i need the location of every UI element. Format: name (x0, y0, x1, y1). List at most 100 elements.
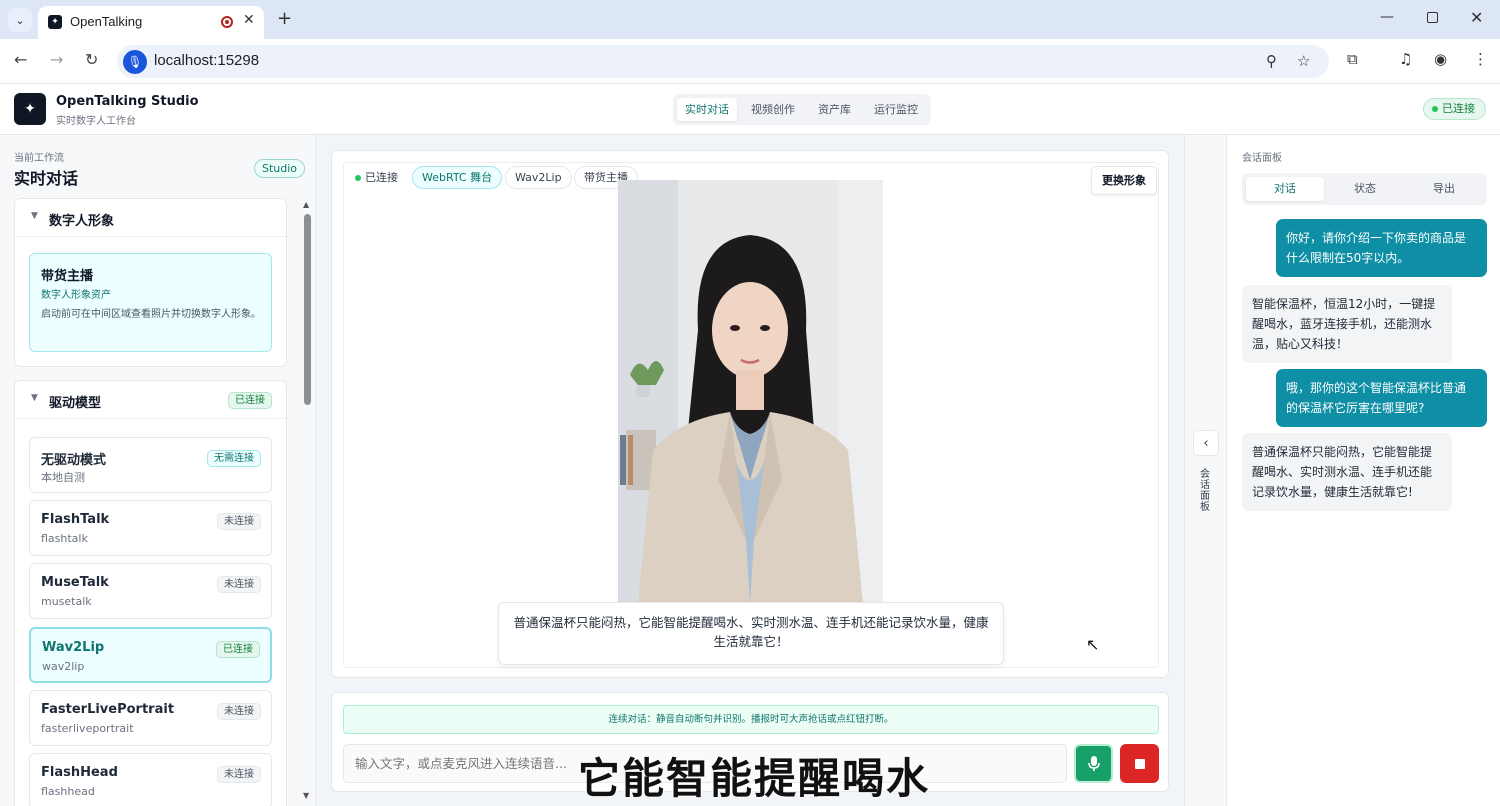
assistant-message: 普通保温杯只能闷热，它能智能提醒喝水、实时测水温、连手机还能记录饮水量，健康生活… (1242, 433, 1452, 511)
avatar-panel-header[interactable]: ▼ 数字人形象 (15, 199, 286, 237)
stage-model-chip: Wav2Lip (505, 166, 572, 189)
tab-status[interactable]: 状态 (1326, 177, 1404, 201)
avatar-panel: ▼ 数字人形象 带货主播 数字人形象资产 启动前可在中间区域查看照片并切换数字人… (14, 198, 287, 367)
model-id: flashhead (41, 785, 95, 798)
browser-tab[interactable]: ✦ OpenTalking ✕ (38, 6, 264, 39)
scroll-up-arrow-icon[interactable]: ▲ (303, 200, 309, 209)
new-tab-button[interactable]: + (277, 8, 292, 29)
swap-avatar-button[interactable]: 更换形象 (1091, 166, 1157, 195)
avatar-panel-title: 数字人形象 (49, 214, 115, 229)
model-id: wav2lip (42, 660, 85, 673)
studio-badge: Studio (254, 159, 306, 178)
model-id: musetalk (41, 595, 92, 608)
model-item[interactable]: FlashTalk flashtalk 未连接 (29, 500, 272, 556)
scroll-down-arrow-icon[interactable]: ▼ (303, 791, 309, 800)
model-id: fasterliveportrait (41, 722, 134, 735)
conversation-notice: 连续对话：静音自动断句并识别。播报时可大声抢话或点红钮打断。 (343, 705, 1159, 734)
stage-connection-chip: 已连接 (344, 166, 408, 189)
model-name: MuseTalk (41, 575, 109, 590)
model-status-badge: 已连接 (216, 641, 260, 658)
workflow-sidebar: 当前工作流 实时对话 Studio ▼ 数字人形象 带货主播 数字人形象资产 启… (0, 135, 316, 806)
bookmark-star-icon[interactable]: ☆ (1297, 52, 1310, 70)
model-status-badge: 未连接 (217, 703, 261, 720)
collapse-caret-icon[interactable]: ▼ (31, 393, 38, 403)
tab-chat[interactable]: 对话 (1246, 177, 1324, 201)
stage-card: 已连接 WebRTC 舞台 Wav2Lip 带货主播 更换形象 普通保温杯只能闷… (331, 150, 1169, 678)
stage-caption: 普通保温杯只能闷热，它能智能提醒喝水、实时测水温、连手机还能记录饮水量，健康生活… (498, 602, 1004, 665)
user-message: 哦，那你的这个智能保温杯比普通的保温杯它厉害在哪里呢? (1276, 369, 1487, 427)
rail-label[interactable]: 会话面板 (1200, 469, 1212, 513)
app-header: ✦ OpenTalking Studio 实时数字人工作台 实时对话 视频创作 … (0, 84, 1500, 135)
avatar-name: 带货主播 (41, 269, 94, 284)
model-item[interactable]: 无驱动模式 本地自测 无需连接 (29, 437, 272, 493)
forward-icon[interactable]: → (50, 50, 63, 69)
tab-search-button[interactable]: ⌄ (8, 8, 32, 32)
model-name: Wav2Lip (42, 640, 105, 655)
tab-close-icon[interactable]: ✕ (243, 12, 255, 28)
browser-toolbar: ← → ↻ 🎙 localhost:15298 ⚲ ☆ ⧉ ♫ ◉ ⋮ (0, 39, 1500, 84)
minimize-button[interactable]: — (1380, 9, 1394, 25)
app-logo-icon: ✦ (14, 93, 46, 125)
favicon-icon: ✦ (48, 15, 62, 29)
tab-realtime-chat[interactable]: 实时对话 (677, 98, 737, 121)
model-item[interactable]: FasterLivePortrait fasterliveportrait 未连… (29, 690, 272, 746)
collapse-caret-icon[interactable]: ▼ (31, 211, 38, 221)
model-name: 无驱动模式 (41, 453, 107, 468)
chat-panel-label: 会话面板 (1242, 153, 1282, 164)
recording-icon (221, 16, 233, 28)
workflow-label: 当前工作流 (14, 153, 64, 164)
model-name: FlashHead (41, 765, 118, 780)
brand-title: OpenTalking Studio (56, 94, 199, 109)
url-text[interactable]: localhost:15298 (154, 52, 259, 69)
avatar-card[interactable]: 带货主播 数字人形象资产 启动前可在中间区域查看照片并切换数字人形象。 (29, 253, 272, 352)
model-name: FlashTalk (41, 512, 110, 527)
address-bar[interactable]: 🎙 localhost:15298 ⚲ ☆ (117, 45, 1329, 78)
tab-title: OpenTalking (70, 14, 143, 29)
workflow-title: 实时对话 (14, 169, 79, 188)
more-menu-icon[interactable]: ⋮ (1473, 50, 1488, 68)
webrtc-stage: 已连接 WebRTC 舞台 Wav2Lip 带货主播 更换形象 普通保温杯只能闷… (343, 162, 1159, 668)
profile-icon[interactable]: ◉ (1434, 50, 1447, 68)
tab-video-creation[interactable]: 视频创作 (743, 98, 803, 121)
model-status-badge: 未连接 (217, 513, 261, 530)
avatar-subtitle: 数字人形象资产 (41, 290, 111, 301)
model-status-badge: 无需连接 (207, 450, 261, 467)
back-icon[interactable]: ← (14, 50, 27, 69)
main-nav-tabs: 实时对话 视频创作 资产库 运行监控 (673, 94, 931, 125)
chat-panel-rail: ‹ 会话面板 (1184, 135, 1226, 806)
model-panel-title: 驱动模型 (49, 396, 102, 411)
model-id: flashtalk (41, 532, 88, 545)
model-item[interactable]: MuseTalk musetalk 未连接 (29, 563, 272, 619)
tab-assets[interactable]: 资产库 (810, 98, 859, 121)
reload-icon[interactable]: ↻ (85, 50, 98, 69)
microphone-icon[interactable]: 🎙 (123, 50, 147, 74)
model-panel-header[interactable]: ▼ 驱动模型 已连接 (15, 381, 286, 419)
chat-panel: 会话面板 对话 状态 导出 你好，请你介绍一下你卖的商品是什么限制在50字以内。… (1226, 135, 1500, 806)
microphone-button[interactable] (1074, 744, 1113, 783)
model-name: FasterLivePortrait (41, 702, 175, 717)
stage-webrtc-chip: WebRTC 舞台 (412, 166, 503, 189)
tab-monitoring[interactable]: 运行监控 (866, 98, 926, 121)
media-control-icon[interactable]: ♫ (1399, 50, 1412, 68)
digital-human-video (618, 180, 883, 604)
model-item[interactable]: FlashHead flashhead 未连接 (29, 753, 272, 806)
model-panel-status-badge: 已连接 (228, 392, 272, 409)
collapse-panel-button[interactable]: ‹ (1193, 430, 1219, 456)
model-id: 本地自测 (41, 471, 85, 484)
close-window-button[interactable]: ✕ (1470, 8, 1483, 27)
sidebar-scrollbar-thumb[interactable] (304, 214, 311, 405)
stop-button[interactable] (1120, 744, 1159, 783)
model-panel: ▼ 驱动模型 已连接 无驱动模式 本地自测 无需连接 FlashTalk fla… (14, 380, 287, 806)
stop-icon (1134, 758, 1145, 769)
zoom-icon[interactable]: ⚲ (1266, 52, 1277, 70)
model-status-badge: 未连接 (217, 576, 261, 593)
extensions-icon[interactable]: ⧉ (1347, 50, 1358, 68)
model-status-badge: 未连接 (217, 766, 261, 783)
model-item-selected[interactable]: Wav2Lip wav2lip 已连接 (29, 627, 272, 683)
live-subtitle-overlay: 它能智能提醒喝水 (578, 754, 931, 803)
browser-tab-strip: ⌄ ✦ OpenTalking ✕ + — ✕ (0, 0, 1500, 39)
assistant-message: 智能保温杯，恒温12小时，一键提醒喝水，蓝牙连接手机，还能测水温，贴心又科技！ (1242, 285, 1452, 363)
maximize-button[interactable] (1427, 12, 1438, 23)
tab-export[interactable]: 导出 (1405, 177, 1483, 201)
avatar-description: 启动前可在中间区域查看照片并切换数字人形象。 (41, 309, 261, 320)
